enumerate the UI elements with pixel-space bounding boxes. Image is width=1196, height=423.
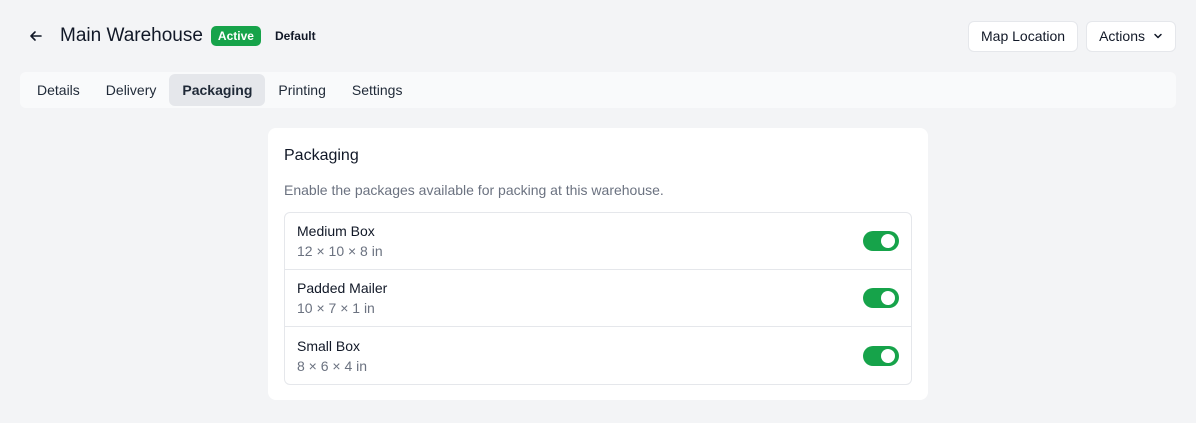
toggle-knob [881,348,895,363]
back-button[interactable] [20,20,52,52]
map-location-button[interactable]: Map Location [968,20,1079,52]
page-title: Main Warehouse [60,25,203,46]
status-badge: Active [210,26,261,46]
tab-delivery[interactable]: Delivery [93,74,170,106]
package-toggle[interactable] [863,345,899,366]
actions-button-label: Actions [1099,28,1145,44]
tab-settings[interactable]: Settings [339,74,416,106]
package-toggle[interactable] [863,288,899,308]
package-toggle[interactable] [863,231,899,251]
toggle-knob [881,291,895,305]
list-item: Padded Mailer 10 × 7 × 1 in [285,270,911,327]
header-actions: Map Location Actions [968,20,1176,52]
packaging-card: Packaging Enable the packages available … [268,128,928,400]
actions-button[interactable]: Actions [1086,20,1176,52]
tab-details[interactable]: Details [24,74,93,106]
list-item: Small Box 8 × 6 × 4 in [285,327,911,384]
package-name: Padded Mailer [297,280,388,296]
toggle-knob [881,234,895,248]
package-list: Medium Box 12 × 10 × 8 in Padded Mailer … [284,212,912,385]
default-badge: Default [274,29,316,43]
chevron-down-icon [1154,33,1162,39]
tab-bar: Details Delivery Packaging Printing Sett… [20,72,1176,108]
card-title: Packaging [284,147,359,164]
card-description: Enable the packages available for packin… [284,182,664,198]
package-dimensions: 8 × 6 × 4 in [297,357,368,374]
package-dimensions: 10 × 7 × 1 in [297,300,375,316]
tab-packaging[interactable]: Packaging [169,74,266,106]
arrow-left-icon [30,31,42,41]
package-name: Medium Box [297,223,375,239]
package-name: Small Box [297,337,361,354]
package-dimensions: 12 × 10 × 8 in [297,243,383,259]
list-item: Medium Box 12 × 10 × 8 in [285,213,911,270]
page-header: Main Warehouse Active Default Map Locati… [20,20,1176,52]
tab-printing[interactable]: Printing [265,74,338,106]
